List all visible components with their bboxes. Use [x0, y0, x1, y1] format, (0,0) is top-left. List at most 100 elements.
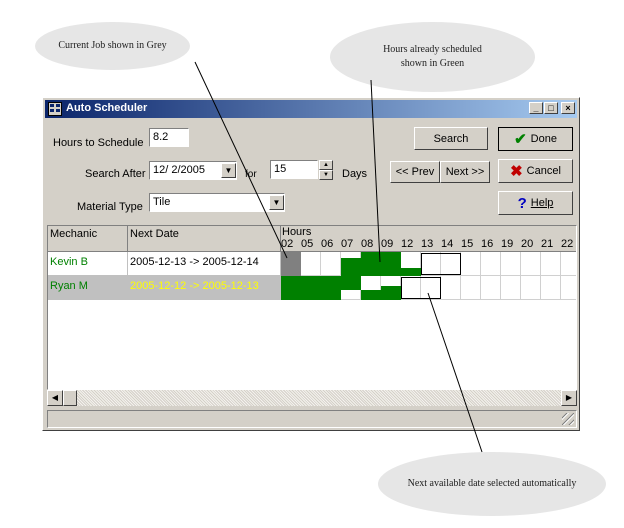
scroll-left-arrow-icon[interactable]: ◀: [47, 390, 63, 406]
hour-tick: 14: [441, 238, 454, 250]
mechanic-cell: Ryan M: [48, 276, 128, 300]
column-header-hours[interactable]: Hours 02 05 06 07 08 09 12 13 14 15 16 1…: [281, 226, 576, 252]
help-button[interactable]: ? Help: [498, 191, 573, 215]
next-date-cell: 2005-12-12 -> 2005-12-13: [128, 276, 281, 300]
scheduled-block: [341, 258, 361, 276]
hour-slot: [321, 252, 341, 276]
hour-slot: [481, 252, 501, 276]
x-icon: ✖: [510, 163, 523, 180]
hour-slot: [481, 276, 501, 300]
hour-tick: 06: [321, 238, 334, 250]
scheduled-block: [361, 252, 401, 276]
hour-slot: [561, 276, 576, 300]
prev-button-label: << Prev: [395, 166, 435, 178]
selected-slot-outline: [421, 253, 461, 275]
schedule-grid: Mechanic Next Date Hours 02 05 06 07 08 …: [47, 225, 577, 390]
selected-slot-outline: [401, 277, 441, 299]
question-icon: ?: [517, 194, 527, 212]
hour-slot: [521, 276, 541, 300]
hour-tick: 22: [561, 238, 574, 250]
column-header-mechanic[interactable]: Mechanic: [48, 226, 128, 252]
hour-slot: [441, 276, 461, 300]
hour-slot: [521, 252, 541, 276]
maximize-button[interactable]: □: [544, 102, 558, 114]
scheduled-block: [381, 286, 401, 300]
done-button[interactable]: ✔ Done: [498, 127, 573, 151]
date-dropdown-button[interactable]: ▼: [221, 163, 236, 178]
hour-tick: 08: [361, 238, 374, 250]
days-label: Days: [342, 168, 368, 180]
hour-tick: 19: [501, 238, 514, 250]
hour-slot: [501, 276, 521, 300]
column-header-next-date[interactable]: Next Date: [128, 226, 281, 252]
hour-tick: 21: [541, 238, 554, 250]
search-button-label: Search: [433, 132, 469, 145]
hour-tick: 07: [341, 238, 354, 250]
hour-tick: 05: [301, 238, 314, 250]
for-label: for: [245, 169, 257, 180]
material-select[interactable]: Tile: [149, 193, 285, 212]
hour-tick: 09: [381, 238, 394, 250]
minimize-button[interactable]: _: [529, 102, 543, 114]
callout-next-available: Next available date selected automatical…: [378, 452, 606, 516]
hour-tick: 20: [521, 238, 534, 250]
hours-input[interactable]: 8.2: [149, 128, 189, 147]
scheduled-block: [361, 290, 381, 300]
days-spin-down[interactable]: ▼: [319, 170, 333, 180]
search-after-label: Search After: [85, 168, 146, 180]
hours-track[interactable]: [281, 252, 576, 276]
material-label: Material Type: [77, 201, 143, 213]
close-button[interactable]: ×: [561, 102, 575, 114]
check-icon: ✔: [514, 131, 527, 148]
title-bar[interactable]: Auto Scheduler _ □ ×: [45, 100, 577, 118]
days-input[interactable]: 15: [270, 160, 318, 179]
callout-grey-job-text: Current Job shown in Grey: [58, 40, 167, 51]
scroll-right-arrow-icon[interactable]: ▶: [561, 390, 577, 406]
hour-tick: 13: [421, 238, 434, 250]
hour-tick: 16: [481, 238, 494, 250]
hour-slot: [541, 252, 561, 276]
help-button-label: Help: [530, 197, 554, 209]
hour-slot: [561, 252, 576, 276]
table-row[interactable]: Kevin B 2005-12-13 -> 2005-12-14: [48, 252, 576, 276]
next-date-cell: 2005-12-13 -> 2005-12-14: [128, 252, 281, 276]
hours-track[interactable]: [281, 276, 576, 300]
hour-slot: [501, 252, 521, 276]
callout-scheduled-line1: Hours already scheduled: [383, 44, 482, 55]
resize-grip-icon[interactable]: [562, 413, 574, 425]
cancel-button[interactable]: ✖ Cancel: [498, 159, 573, 183]
search-button[interactable]: Search: [414, 127, 488, 150]
window-title: Auto Scheduler: [66, 102, 148, 114]
horizontal-scrollbar[interactable]: ◀ ▶: [47, 390, 577, 406]
mechanic-cell: Kevin B: [48, 252, 128, 276]
auto-scheduler-window: Auto Scheduler _ □ × Hours to Schedule 8…: [42, 97, 580, 431]
callout-grey-job: Current Job shown in Grey: [35, 22, 190, 70]
callout-scheduled: Hours already scheduled shown in Green: [330, 22, 535, 92]
table-row[interactable]: Ryan M 2005-12-12 -> 2005-12-13: [48, 276, 576, 300]
callout-next-available-text: Next available date selected automatical…: [407, 478, 577, 489]
hours-label: Hours to Schedule: [53, 137, 144, 149]
days-spin-up[interactable]: ▲: [319, 160, 333, 170]
column-header-next-date-label: Next Date: [130, 228, 179, 240]
column-header-mechanic-label: Mechanic: [50, 228, 98, 240]
scroll-thumb[interactable]: [63, 390, 77, 406]
column-header-hours-label: Hours: [282, 226, 312, 238]
hour-slot: [461, 252, 481, 276]
current-job-block: [281, 252, 301, 276]
scheduled-block: [401, 268, 421, 276]
done-button-label: Done: [530, 133, 557, 145]
hour-tick: 02: [281, 238, 294, 250]
hour-tick: 15: [461, 238, 474, 250]
prev-button[interactable]: << Prev: [390, 161, 440, 183]
hour-tick: 12: [401, 238, 414, 250]
next-button[interactable]: Next >>: [440, 161, 490, 183]
app-icon: [48, 102, 62, 116]
callout-scheduled-text: Hours already scheduled shown in Green: [383, 43, 482, 71]
hour-slot: [301, 252, 321, 276]
material-dropdown-button[interactable]: ▼: [269, 195, 284, 210]
next-button-label: Next >>: [445, 166, 485, 178]
hour-slot: [541, 276, 561, 300]
scheduled-block: [341, 276, 361, 290]
cancel-button-label: Cancel: [526, 165, 561, 177]
scheduled-block: [281, 276, 341, 300]
